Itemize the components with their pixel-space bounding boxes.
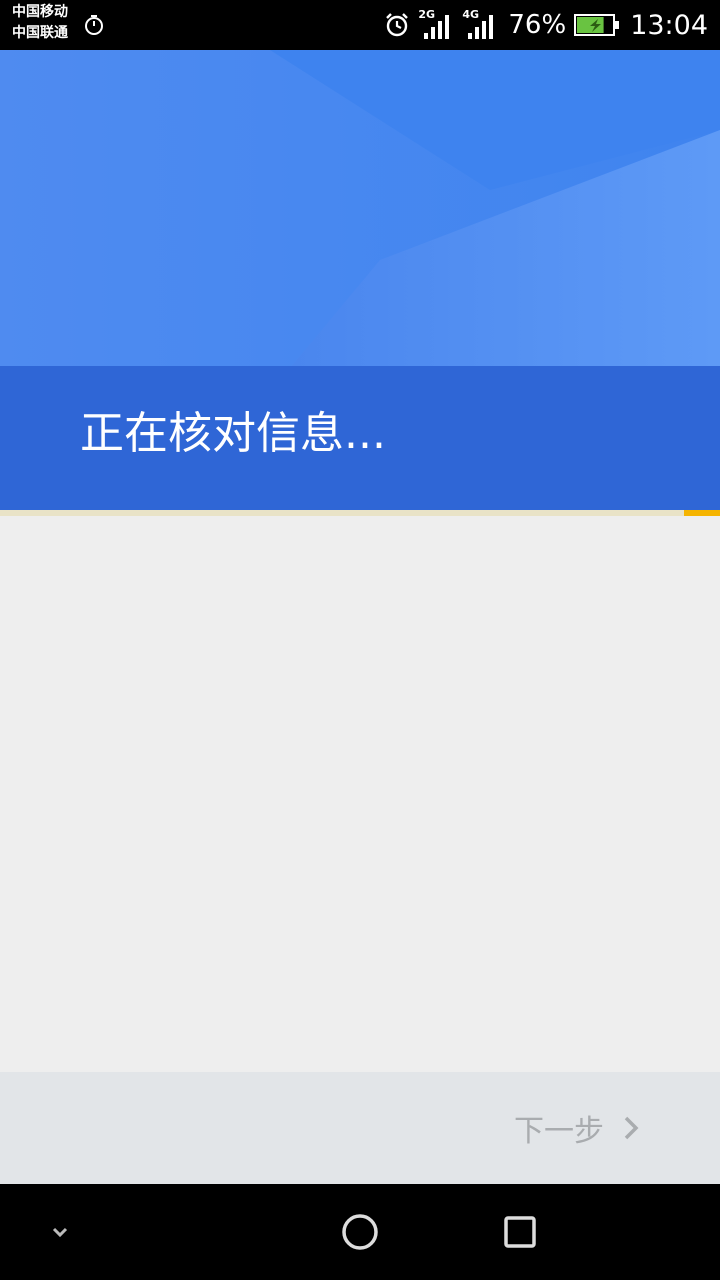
status-icons: 2G 4G 76% 13:04 [384,0,708,50]
next-button[interactable]: 下一步 [514,1108,640,1149]
nav-home-button[interactable] [300,1184,420,1280]
signal-bars-icon [424,15,450,39]
square-recents-icon [504,1216,536,1248]
chevron-right-icon [624,1116,639,1140]
header: 正在核对信息... [0,50,720,510]
content-area [0,516,720,1072]
page-title: 正在核对信息... [80,408,386,459]
signal-bars-icon [468,15,494,39]
signal-1: 2G [418,9,454,41]
stopwatch-icon [85,15,103,35]
signal-2: 4G [462,9,498,41]
carrier-1-label: 中国移动 [12,4,68,20]
nav-back-button[interactable] [0,1184,120,1280]
clock: 13:04 [630,9,708,41]
carrier-2-label: 中国联通 [12,25,68,41]
alarm-icon [386,13,409,37]
carrier-info: 中国移动 中国联通 [12,2,68,44]
chevron-down-icon [52,1227,68,1238]
battery-percent: 76% [508,10,567,40]
next-button-label: 下一步 [514,1114,604,1149]
battery-charging-icon [574,14,620,36]
nav-recents-button[interactable] [460,1184,580,1280]
circle-home-icon [342,1214,378,1250]
footer: 下一步 [0,1072,720,1184]
screen: 中国移动 中国联通 2G 4G 76% 13:04 正在核对信息... 下一步 [0,0,720,1280]
status-bar: 中国移动 中国联通 2G 4G 76% 13:04 [0,0,720,50]
navigation-bar [0,1184,720,1280]
